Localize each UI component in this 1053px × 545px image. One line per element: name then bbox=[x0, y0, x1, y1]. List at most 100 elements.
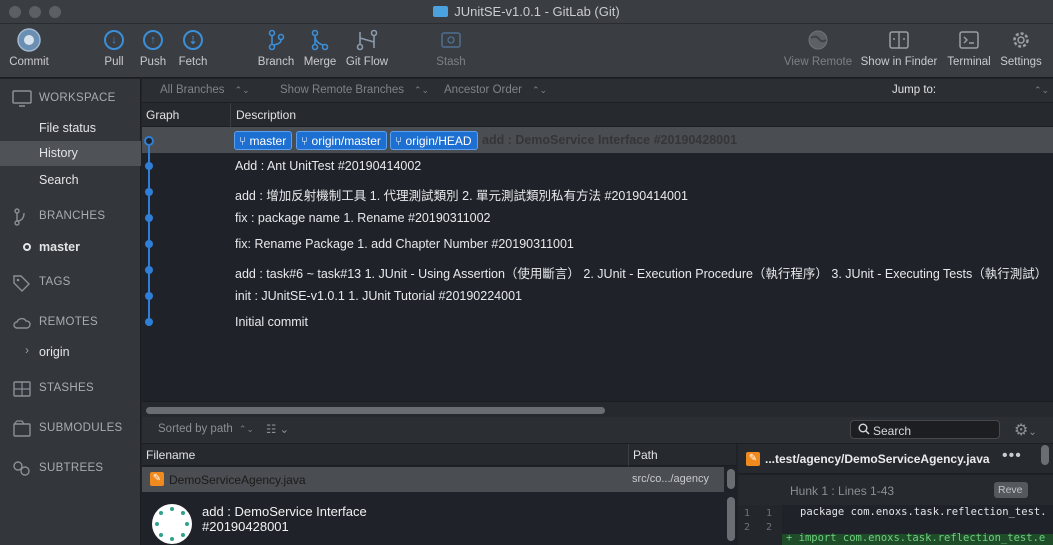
diff-header: ✎ ...test/agency/DemoServiceAgency.java … bbox=[738, 444, 1053, 474]
search-placeholder: Search bbox=[873, 424, 912, 438]
more-options-icon[interactable]: ••• bbox=[1002, 447, 1022, 465]
branch-icon bbox=[12, 208, 32, 226]
sidebar-section-workspace[interactable]: WORKSPACE bbox=[0, 86, 141, 112]
column-divider[interactable] bbox=[628, 444, 629, 466]
commit-details-scrollbar[interactable] bbox=[727, 497, 735, 541]
column-divider[interactable] bbox=[230, 103, 231, 127]
avatar bbox=[152, 504, 192, 544]
subtrees-label: SUBTREES bbox=[39, 462, 104, 474]
submodules-label: SUBMODULES bbox=[39, 422, 123, 434]
ref-label: origin/HEAD bbox=[405, 134, 472, 148]
line-number: 2 bbox=[766, 522, 773, 533]
jump-to-select[interactable]: ⌃⌄ bbox=[1034, 84, 1049, 96]
window-title-text: JUnitSE-v1.0.1 - GitLab (Git) bbox=[454, 4, 620, 19]
commit-label: Commit bbox=[9, 56, 49, 68]
stash-button[interactable]: Stash bbox=[434, 28, 468, 68]
path-column-header[interactable]: Path bbox=[633, 448, 658, 462]
pull-icon: ↓ bbox=[102, 28, 126, 52]
filename-column-header[interactable]: Filename bbox=[146, 448, 195, 462]
graph-column-header[interactable]: Graph bbox=[146, 108, 179, 122]
search-label: Search bbox=[39, 173, 79, 187]
ref-badge-origin-master[interactable]: ⑂ origin/master bbox=[296, 131, 387, 150]
stashes-icon bbox=[12, 380, 32, 398]
commit-icon bbox=[17, 28, 41, 52]
revert-hunk-button[interactable]: Reve bbox=[994, 482, 1028, 498]
push-icon: ↑ bbox=[141, 28, 165, 52]
diff-view: Hunk 1 : Lines 1-43 Reve 1 1 2 2 package… bbox=[738, 475, 1053, 545]
ref-badge-master[interactable]: ⑂ master bbox=[234, 131, 293, 150]
sort-select[interactable]: Sorted by path ⌃⌄ bbox=[158, 423, 254, 435]
file-row[interactable]: ✎ DemoServiceAgency.java src/co.../agenc… bbox=[142, 467, 724, 492]
graph-node bbox=[145, 188, 153, 196]
fetch-button[interactable]: ⇣ Fetch bbox=[176, 28, 210, 68]
sidebar-item-history[interactable]: History bbox=[0, 141, 141, 166]
branch-filter-select[interactable]: All Branches ⌃⌄ bbox=[160, 84, 250, 96]
modified-file-icon: ✎ bbox=[150, 472, 164, 486]
master-label: master bbox=[39, 240, 80, 254]
updown-chevron-icon: ⌃⌄ bbox=[531, 85, 548, 95]
commit-row[interactable]: fix : package name 1. Rename #2019031100… bbox=[142, 205, 1053, 231]
settings-button[interactable]: Settings bbox=[997, 28, 1045, 68]
sidebar-section-branches[interactable]: BRANCHES bbox=[0, 204, 141, 230]
sidebar-item-origin[interactable]: › origin bbox=[0, 340, 141, 365]
commit-row[interactable]: add : 增加反射機制工具 1. 代理測試類別 2. 單元測試類別私有方法 #… bbox=[142, 179, 1053, 205]
commit-row[interactable]: add : task#6 ~ task#13 1. JUnit - Using … bbox=[142, 257, 1053, 283]
push-button[interactable]: ↑ Push bbox=[138, 28, 168, 68]
sidebar-item-search[interactable]: Search bbox=[0, 168, 141, 193]
commit-button[interactable]: Commit bbox=[6, 28, 52, 68]
sidebar-section-tags[interactable]: TAGS bbox=[0, 270, 141, 296]
terminal-label: Terminal bbox=[947, 56, 991, 68]
sort-label: Sorted by path bbox=[158, 423, 233, 435]
show-in-finder-button[interactable]: Show in Finder bbox=[859, 28, 939, 68]
horizontal-scrollbar[interactable] bbox=[142, 401, 1053, 417]
view-mode-select[interactable]: ☷ ⌄ bbox=[266, 422, 289, 436]
remote-branches-select[interactable]: Show Remote Branches ⌃⌄ bbox=[280, 84, 429, 96]
sidebar-item-file-status[interactable]: File status bbox=[0, 116, 141, 141]
search-input[interactable]: Search bbox=[850, 420, 1000, 439]
merge-icon bbox=[308, 28, 332, 52]
code-line: package com.enoxs.task.reflection_test. bbox=[800, 506, 1047, 518]
ref-badge-origin-head[interactable]: ⑂ origin/HEAD bbox=[390, 131, 478, 150]
history-column-header: Graph Description bbox=[142, 103, 1053, 127]
commit-row[interactable]: ⑂ master ⑂ origin/master ⑂ origin/HEAD a… bbox=[142, 127, 1053, 153]
branch-icon: ⑂ bbox=[239, 134, 250, 148]
gear-icon[interactable]: ⚙⌄ bbox=[1014, 420, 1037, 440]
hunk-label: Hunk 1 : Lines 1-43 bbox=[790, 484, 895, 498]
sidebar-item-master[interactable]: master bbox=[0, 235, 141, 260]
sidebar-section-remotes[interactable]: REMOTES bbox=[0, 310, 141, 336]
updown-chevron-icon: ⌃⌄ bbox=[414, 85, 430, 95]
merge-button[interactable]: Merge bbox=[301, 28, 339, 68]
updown-chevron-icon: ⌃⌄ bbox=[238, 424, 254, 434]
branch-button[interactable]: Branch bbox=[256, 28, 296, 68]
git-flow-button[interactable]: Git Flow bbox=[344, 28, 390, 68]
order-select[interactable]: Ancestor Order ⌃⌄ bbox=[444, 84, 547, 96]
globe-icon bbox=[806, 28, 830, 52]
updown-chevron-icon: ⌃⌄ bbox=[234, 85, 250, 95]
title-bar: JUnitSE-v1.0.1 - GitLab (Git) bbox=[0, 0, 1053, 24]
sidebar-section-submodules[interactable]: SUBMODULES bbox=[0, 416, 141, 442]
history-filter-bar: All Branches ⌃⌄ Show Remote Branches ⌃⌄ An… bbox=[142, 79, 1053, 103]
origin-label: origin bbox=[39, 345, 70, 359]
commit-row[interactable]: Add : Ant UnitTest #20190414002 bbox=[142, 153, 1053, 179]
cloud-icon bbox=[12, 314, 32, 332]
pull-button[interactable]: ↓ Pull bbox=[99, 28, 129, 68]
commit-message: Initial commit bbox=[235, 315, 308, 329]
commit-row[interactable]: Initial commit bbox=[142, 309, 1053, 335]
jump-to-label: Jump to: bbox=[892, 84, 937, 96]
sidebar-section-subtrees[interactable]: SUBTREES bbox=[0, 456, 141, 482]
description-column-header[interactable]: Description bbox=[236, 108, 296, 122]
commit-row[interactable]: init : JUnitSE-v1.0.1 1. JUnit Tutorial … bbox=[142, 283, 1053, 309]
file-status-label: File status bbox=[39, 121, 96, 135]
file-list-scrollbar[interactable] bbox=[727, 469, 735, 489]
subtrees-icon bbox=[12, 460, 32, 478]
branch-icon bbox=[264, 28, 288, 52]
scrollbar-thumb[interactable] bbox=[146, 407, 605, 414]
diff-scrollbar[interactable] bbox=[1041, 445, 1049, 465]
sidebar-section-stashes[interactable]: STASHES bbox=[0, 376, 141, 402]
chevron-right-icon[interactable]: › bbox=[25, 343, 29, 357]
terminal-button[interactable]: Terminal bbox=[945, 28, 993, 68]
view-remote-button[interactable]: View Remote bbox=[782, 28, 854, 68]
commit-message: add : task#6 ~ task#13 1. JUnit - Using … bbox=[235, 267, 1048, 281]
tags-label: TAGS bbox=[39, 276, 71, 288]
commit-row[interactable]: fix: Rename Package 1. add Chapter Numbe… bbox=[142, 231, 1053, 257]
